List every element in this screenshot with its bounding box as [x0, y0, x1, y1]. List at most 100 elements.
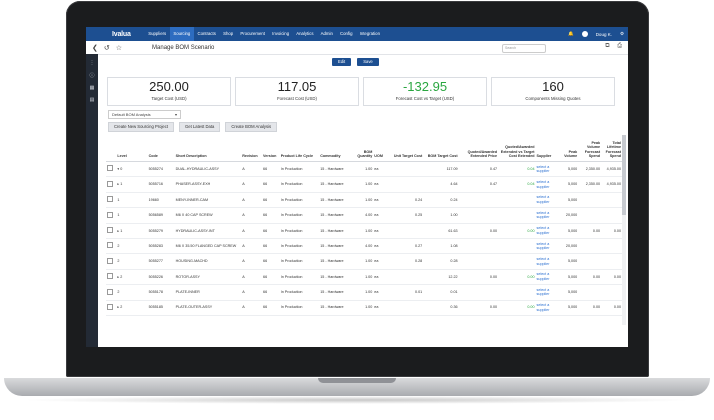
table-row[interactable]: 1 5056589 M6 X 40 CAP SCREW A 66 In Productio…	[106, 207, 622, 224]
create-new-sourcing-project-button[interactable]: Create New Sourcing Project	[108, 122, 174, 132]
table-row[interactable]: ▸ 2 5055226 ROTOR-ASSY A 66 In Production 15 -…	[106, 269, 622, 286]
table-row[interactable]: 2 5055277 HOUSING-MACHD A 66 In Production 15 …	[106, 253, 622, 270]
rail-info-icon[interactable]: ⓘ	[86, 72, 98, 79]
select-supplier-link[interactable]: select a supplier	[535, 192, 559, 209]
cell-level[interactable]: ▾ 0	[116, 161, 148, 178]
cell-ver: 66	[262, 253, 280, 270]
edit-button[interactable]: Edit	[332, 58, 352, 66]
table-row[interactable]: ▾ 0 5055274 DUAL-HYDRAULIC-ASSY A 66 In Produ…	[106, 161, 622, 178]
cell-quoted: 0.00	[458, 300, 499, 316]
scrollbar-thumb[interactable]	[622, 135, 626, 215]
table-row[interactable]: ▸ 1 5055716 PHASER-ASSY-EXH A 66 In Productio…	[106, 176, 622, 193]
user-name[interactable]: Doug K.	[596, 32, 612, 37]
select-supplier-link[interactable]: select a supplier	[535, 207, 559, 224]
rail-chart-icon[interactable]: ▦	[86, 85, 98, 91]
star-icon[interactable]: ☆	[116, 44, 122, 52]
nav-item-shop[interactable]: Shop	[220, 27, 237, 41]
cell-level[interactable]: ▸ 2	[116, 300, 148, 316]
select-supplier-link[interactable]: select a supplier	[535, 176, 559, 193]
rail-menu-icon[interactable]: ⋮	[86, 60, 98, 66]
print-icon[interactable]: ⎙	[617, 43, 622, 49]
column-header[interactable]: Quoted/Awarded Extended Price	[458, 135, 499, 162]
row-checkbox[interactable]	[107, 288, 113, 295]
nav-item-sourcing[interactable]: Sourcing	[169, 27, 194, 41]
create-bom-analysis-button[interactable]: Create BOM Analysis	[225, 122, 278, 132]
rail-doc-icon[interactable]: ▤	[86, 97, 98, 103]
column-header[interactable]: Revision	[241, 135, 263, 162]
share-icon[interactable]: ⧉	[605, 43, 609, 49]
select-supplier-link[interactable]: select a supplier	[535, 161, 559, 178]
table-row[interactable]: 2 5055283 M6 X 35.50 FLANGED CAP SCREW A 66 I…	[106, 238, 622, 255]
column-header[interactable]: Quoted/Awarded Extended vs Target Cost E…	[498, 135, 536, 162]
row-checkbox[interactable]	[107, 211, 113, 218]
save-button[interactable]: Save	[357, 58, 379, 66]
cell-level[interactable]: 2	[116, 253, 148, 270]
select-supplier-link[interactable]: select a supplier	[535, 300, 559, 316]
row-checkbox[interactable]	[107, 257, 113, 264]
table-row[interactable]: ▸ 2 5055185 PLATE-OUTER-ASSY A 66 In Producti…	[106, 300, 622, 316]
column-header[interactable]: BOM Target Cost	[423, 135, 459, 162]
row-checkbox[interactable]	[107, 227, 113, 233]
cell-level[interactable]: ▸ 1	[116, 223, 148, 239]
column-header[interactable]: Code	[147, 135, 175, 162]
table-scrollbar[interactable]	[622, 135, 626, 325]
row-checkbox[interactable]	[107, 180, 113, 187]
select-supplier-link[interactable]: select a supplier	[535, 269, 559, 286]
bom-analysis-dropdown[interactable]: Default BOM Analysis ▾	[108, 110, 181, 119]
column-header[interactable]: Total Lifetime Forecast Spend	[601, 135, 622, 162]
cell-level[interactable]: ▸ 1	[116, 176, 148, 193]
column-header[interactable]: Version	[262, 135, 280, 162]
cell-uom: ea	[373, 300, 388, 316]
cell-level[interactable]: ▸ 2	[116, 269, 148, 286]
cell-desc: ROTOR-ASSY	[174, 269, 242, 286]
column-header[interactable]: Peak Volume Forecast Spend	[578, 135, 602, 162]
column-header[interactable]: BOM Quantity	[350, 135, 374, 162]
search-input[interactable]: Search	[502, 44, 546, 53]
cell-level[interactable]: 2	[116, 238, 148, 255]
select-supplier-link[interactable]: select a supplier	[535, 223, 559, 239]
history-icon[interactable]: ↺	[104, 44, 110, 52]
gear-icon[interactable]: ⚙	[620, 31, 624, 37]
row-checkbox[interactable]	[107, 165, 113, 172]
bell-icon[interactable]: 🔔	[568, 31, 574, 37]
row-checkbox[interactable]	[107, 273, 113, 280]
cell-level[interactable]: 1	[116, 192, 148, 209]
column-header[interactable]: Commodity	[319, 135, 351, 162]
get-latest-data-button[interactable]: Get Latest Data	[179, 122, 221, 132]
nav-item-contracts[interactable]: Contracts	[194, 27, 220, 41]
cell-rev: A	[241, 269, 263, 286]
column-header[interactable]: Supplier	[535, 135, 559, 162]
nav-item-suppliers[interactable]: Suppliers	[145, 27, 170, 41]
nav-item-integration[interactable]: Integration	[356, 27, 384, 41]
table-row[interactable]: ▸ 1 5055279 HYDRAULIC-ASSY-INT A 66 In Produc…	[106, 223, 622, 239]
cell-vs-target	[498, 284, 536, 301]
nav-item-analytics[interactable]: Analytics	[293, 27, 317, 41]
cell-peak-spend: 0.00	[578, 300, 602, 316]
column-header[interactable]: Unit Target Cost	[387, 135, 424, 162]
column-header[interactable]: Short Description	[174, 135, 242, 162]
column-header[interactable]: Peak Volume	[558, 135, 579, 162]
select-supplier-link[interactable]: select a supplier	[535, 238, 559, 255]
row-checkbox[interactable]	[107, 303, 113, 310]
table-row[interactable]: 1 19660 MENY-INNER-CAM A 66 In Production 15 -…	[106, 192, 622, 209]
row-checkbox[interactable]	[107, 196, 113, 203]
column-header[interactable]: Product Life Cycle	[279, 135, 320, 162]
back-icon[interactable]: ❮	[92, 44, 98, 52]
control-buttons: Create New Sourcing Project Get Latest Da…	[108, 122, 282, 132]
table-row[interactable]: 2 5055178 PLATE-INNER A 66 In Production 15 - …	[106, 284, 622, 301]
cell-peak: 5,000	[558, 161, 579, 178]
select-supplier-link[interactable]: select a supplier	[535, 284, 559, 301]
row-checkbox[interactable]	[107, 242, 113, 249]
column-header[interactable]: Level	[116, 135, 148, 162]
cell-level[interactable]: 1	[116, 207, 148, 224]
nav-item-admin[interactable]: Admin	[317, 27, 336, 41]
left-rail: ⋮ ⓘ ▦ ▤	[86, 54, 98, 347]
nav-item-config[interactable]: Config	[336, 27, 356, 41]
column-header[interactable]: UOM	[373, 135, 388, 162]
user-avatar-icon[interactable]	[581, 31, 588, 37]
select-supplier-link[interactable]: select a supplier	[535, 253, 559, 270]
nav-item-invoicing[interactable]: Invoicing	[269, 27, 293, 41]
cell-ver: 66	[262, 238, 280, 255]
cell-level[interactable]: 2	[116, 284, 148, 301]
nav-item-procurement[interactable]: Procurement	[237, 27, 269, 41]
